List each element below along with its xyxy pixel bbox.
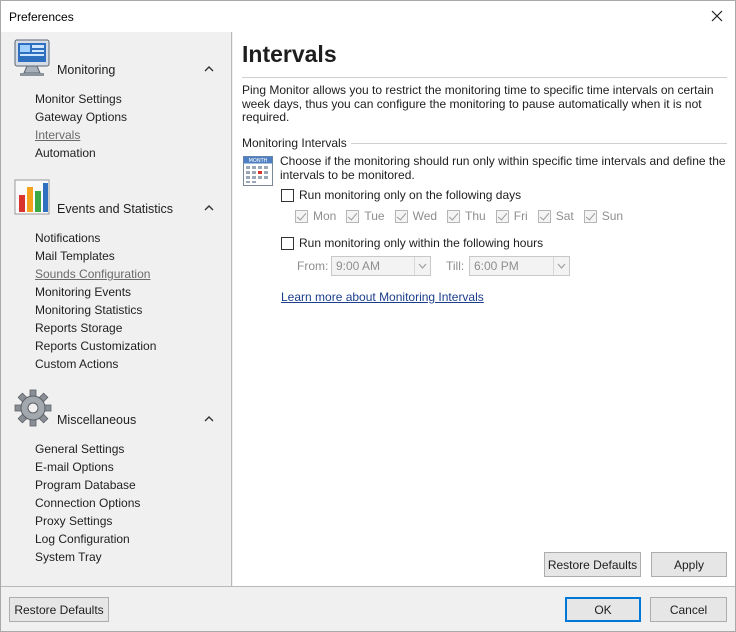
group-title-events: Events and Statistics: [57, 202, 174, 216]
till-time-value: 6:00 PM: [474, 259, 519, 273]
sidebar-item-monitor-settings[interactable]: Monitor Settings: [1, 90, 232, 108]
chevron-down-icon[interactable]: [414, 257, 430, 275]
sidebar-item-reports-storage[interactable]: Reports Storage: [1, 319, 232, 337]
from-label: From:: [297, 259, 329, 273]
bar-chart-icon: [14, 179, 50, 215]
chevron-up-icon[interactable]: [203, 63, 215, 75]
learn-more-link[interactable]: Learn more about Monitoring Intervals: [281, 290, 484, 304]
days-option-label: Run monitoring only on the following day…: [299, 188, 522, 202]
group-header-miscellaneous[interactable]: Miscellaneous: [1, 388, 232, 440]
monitor-icon: [14, 39, 50, 76]
group-header-events[interactable]: Events and Statistics: [1, 177, 232, 229]
sidebar-group-miscellaneous: Miscellaneous General Settings E-mail Op…: [1, 388, 232, 566]
sidebar-item-proxy-settings[interactable]: Proxy Settings: [1, 512, 232, 530]
sidebar-item-mail-templates[interactable]: Mail Templates: [1, 247, 232, 265]
apply-button[interactable]: Apply: [651, 552, 727, 577]
chevron-up-icon[interactable]: [203, 202, 215, 214]
sidebar-item-connection-options[interactable]: Connection Options: [1, 494, 232, 512]
sidebar-item-general-settings[interactable]: General Settings: [1, 440, 232, 458]
dialog-footer: Restore Defaults OK Cancel: [1, 586, 735, 631]
chevron-up-icon[interactable]: [203, 413, 215, 425]
sidebar-item-sounds-configuration[interactable]: Sounds Configuration: [1, 265, 232, 283]
ok-button[interactable]: OK: [565, 597, 641, 622]
section-divider: [351, 143, 727, 144]
day-checkbox-tue[interactable]: Tue: [346, 209, 385, 223]
sidebar-item-program-database[interactable]: Program Database: [1, 476, 232, 494]
group-header-monitoring[interactable]: Monitoring: [1, 38, 232, 90]
sidebar-item-intervals[interactable]: Intervals: [1, 126, 232, 144]
sidebar-item-custom-actions[interactable]: Custom Actions: [1, 355, 232, 373]
close-button[interactable]: [705, 5, 729, 27]
restore-defaults-button[interactable]: Restore Defaults: [9, 597, 109, 622]
till-label: Till:: [446, 259, 465, 273]
sidebar-item-reports-customization[interactable]: Reports Customization: [1, 337, 232, 355]
sidebar-item-gateway-options[interactable]: Gateway Options: [1, 108, 232, 126]
section-label: Monitoring Intervals: [242, 136, 347, 150]
sidebar-item-monitoring-events[interactable]: Monitoring Events: [1, 283, 232, 301]
sidebar-group-monitoring: Monitoring Monitor Settings Gateway Opti…: [1, 38, 232, 162]
day-checkbox-thu[interactable]: Thu: [447, 209, 486, 223]
sidebar-item-notifications[interactable]: Notifications: [1, 229, 232, 247]
sidebar-item-monitoring-statistics[interactable]: Monitoring Statistics: [1, 301, 232, 319]
sidebar-item-email-options[interactable]: E-mail Options: [1, 458, 232, 476]
chevron-down-icon[interactable]: [553, 257, 569, 275]
days-option-checkbox[interactable]: Run monitoring only on the following day…: [281, 188, 521, 202]
sidebar-group-events: Events and Statistics Notifications Mail…: [1, 177, 232, 373]
restore-defaults-page-button[interactable]: Restore Defaults: [544, 552, 641, 577]
page-title: Intervals: [242, 41, 337, 67]
till-time-select[interactable]: 6:00 PM: [469, 256, 570, 276]
days-option-box[interactable]: [281, 188, 294, 202]
content-panel: Intervals Ping Monitor allows you to res…: [233, 32, 735, 586]
page-description: Ping Monitor allows you to restrict the …: [242, 83, 714, 124]
window-title: Preferences: [9, 9, 74, 24]
from-time-select[interactable]: 9:00 AM: [331, 256, 431, 276]
title-bar: Preferences: [1, 1, 735, 32]
day-checkbox-mon[interactable]: Mon: [295, 209, 336, 223]
gear-icon: [14, 389, 52, 427]
sidebar-item-log-configuration[interactable]: Log Configuration: [1, 530, 232, 548]
day-checkbox-sun[interactable]: Sun: [583, 209, 623, 223]
day-checkbox-sat[interactable]: Sat: [537, 209, 574, 223]
preferences-window: Preferences Monitoring Monitor Settings …: [0, 0, 736, 632]
weekday-checkboxes: Mon Tue Wed Thu Fri Sat Sun: [295, 209, 633, 223]
sidebar-item-automation[interactable]: Automation: [1, 144, 232, 162]
from-time-value: 9:00 AM: [336, 259, 381, 273]
close-icon: [711, 10, 723, 22]
title-divider: [242, 77, 727, 78]
day-checkbox-wed[interactable]: Wed: [394, 209, 437, 223]
calendar-icon: MONTH: [243, 156, 273, 186]
day-checkbox-fri[interactable]: Fri: [495, 209, 528, 223]
calendar-icon-label: MONTH: [249, 158, 268, 164]
intervals-instructions: Choose if the monitoring should run only…: [280, 154, 726, 182]
hours-option-checkbox[interactable]: Run monitoring only within the following…: [281, 236, 543, 250]
sidebar-item-system-tray[interactable]: System Tray: [1, 548, 232, 566]
group-title-monitoring: Monitoring: [57, 63, 116, 77]
nav-list-events: Notifications Mail Templates Sounds Conf…: [1, 229, 232, 373]
hours-option-box[interactable]: [281, 236, 294, 250]
cancel-button[interactable]: Cancel: [650, 597, 727, 622]
sidebar: Monitoring Monitor Settings Gateway Opti…: [1, 32, 232, 586]
nav-list-monitoring: Monitor Settings Gateway Options Interva…: [1, 90, 232, 162]
nav-list-miscellaneous: General Settings E-mail Options Program …: [1, 440, 232, 566]
hours-option-label: Run monitoring only within the following…: [299, 236, 544, 250]
group-title-miscellaneous: Miscellaneous: [57, 413, 137, 427]
